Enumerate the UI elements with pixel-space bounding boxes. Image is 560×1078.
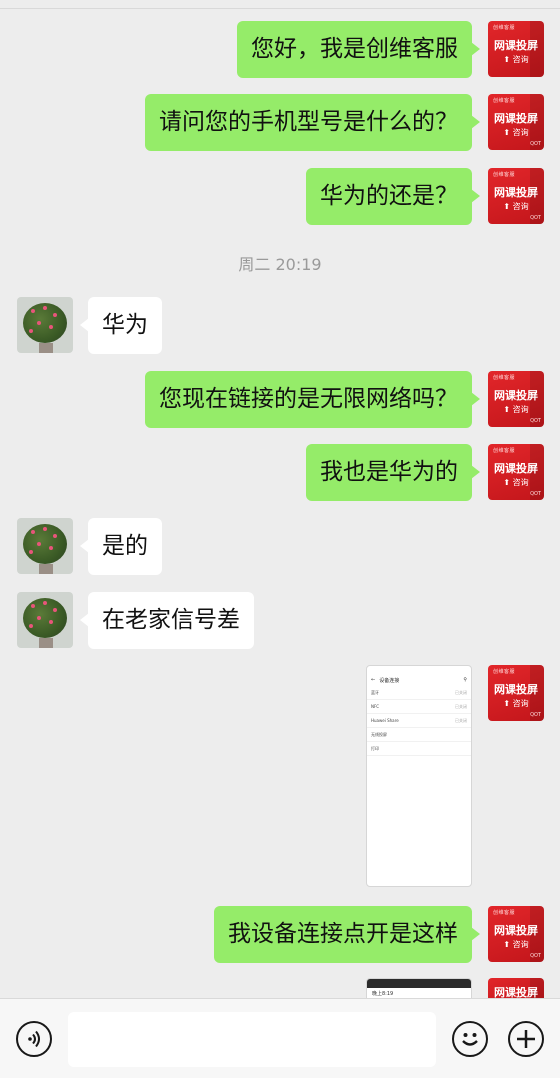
avatar-title: 网课投屏 xyxy=(494,186,538,199)
service-avatar[interactable]: 创维客服 网课投屏 ⬆ 咨询 QOT xyxy=(488,168,544,224)
screenshot-list-item: 打印 xyxy=(367,742,471,756)
message-bubble[interactable]: 我设备连接点开是这样 xyxy=(214,906,480,963)
back-arrow-icon: ← xyxy=(371,677,376,683)
message-bubble[interactable]: 是的 xyxy=(80,518,162,575)
screenshot-title: 设备连接 xyxy=(379,677,400,684)
top-divider xyxy=(0,8,560,9)
avatar-corner-mark: QOT xyxy=(530,215,541,221)
screenshot-list-item: NFC 已关闭 xyxy=(367,700,471,714)
screenshot-list-item: Huawei Share 已关闭 xyxy=(367,714,471,728)
avatar-brand: 创维客服 xyxy=(493,375,516,381)
avatar-brand: 创维客服 xyxy=(493,98,516,104)
screenshot-statusbar xyxy=(367,979,471,988)
avatar-title: 网课投屏 xyxy=(494,39,538,52)
message-bubble[interactable]: 您好，我是创维客服 xyxy=(237,21,480,78)
service-avatar[interactable]: 创维客服 网课投屏 ⬆ 咨询 QOT xyxy=(488,665,544,721)
service-avatar[interactable]: 网课投屏 xyxy=(488,978,544,998)
avatar-brand: 创维客服 xyxy=(493,910,516,916)
service-avatar[interactable]: 创维客服 网课投屏 ⬆ 咨询 QOT xyxy=(488,371,544,427)
screenshot-list-item: 无线投屏 xyxy=(367,728,471,742)
avatar-brand: 创维客服 xyxy=(493,669,516,675)
message-bubble[interactable]: 请问您的手机型号是什么的？ xyxy=(145,94,480,151)
avatar-title: 网课投屏 xyxy=(494,924,538,937)
avatar-title: 网课投屏 xyxy=(494,683,538,696)
avatar-subtitle: ⬆ 咨询 xyxy=(503,478,529,487)
voice-icon xyxy=(28,1030,40,1048)
screenshot-list-item: 蓝牙 已关闭 xyxy=(367,686,471,700)
avatar-subtitle: ⬆ 咨询 xyxy=(503,405,529,414)
contact-avatar[interactable] xyxy=(17,518,73,574)
avatar-title: 网课投屏 xyxy=(494,112,538,125)
avatar-corner-mark: QOT xyxy=(530,712,541,718)
avatar-corner-mark: QOT xyxy=(530,953,541,959)
avatar-title: 网课投屏 xyxy=(494,986,538,998)
message-bubble[interactable]: 在老家信号差 xyxy=(80,592,254,649)
avatar-brand: 创维客服 xyxy=(493,448,516,454)
avatar-subtitle: ⬆ 咨询 xyxy=(503,55,529,64)
avatar-subtitle: ⬆ 咨询 xyxy=(503,202,529,211)
avatar-corner-mark: QOT xyxy=(530,418,541,424)
screenshot-header: ← 设备连接 ⚲ xyxy=(367,674,471,686)
service-avatar[interactable]: 创维客服 网课投屏 ⬆ 咨询 QOT xyxy=(488,906,544,962)
avatar-brand: 创维客服 xyxy=(493,25,516,31)
avatar-corner-mark: QOT xyxy=(530,491,541,497)
avatar-corner-mark: QOT xyxy=(530,141,541,147)
message-bubble[interactable]: 我也是华为的 xyxy=(306,444,480,501)
message-timestamp: 周二 20:19 xyxy=(238,255,322,274)
message-bubble[interactable]: 华为 xyxy=(80,297,162,354)
service-avatar[interactable]: 创维客服 网课投屏 ⬆ 咨询 xyxy=(488,21,544,77)
message-bubble[interactable]: 华为的还是？ xyxy=(306,168,480,225)
plus-icon xyxy=(517,1030,535,1048)
avatar-subtitle: ⬆ 咨询 xyxy=(503,699,529,708)
avatar-subtitle: ⬆ 咨询 xyxy=(503,128,529,137)
search-icon: ⚲ xyxy=(463,677,467,683)
emoji-button[interactable] xyxy=(452,1021,488,1057)
message-bubble[interactable]: 您现在链接的是无限网络吗？ xyxy=(145,371,480,428)
screenshot-statusbar xyxy=(367,666,471,674)
avatar-title: 网课投屏 xyxy=(494,389,538,402)
chat-input-bar xyxy=(0,998,560,1078)
avatar-title: 网课投屏 xyxy=(494,462,538,475)
emoji-icon xyxy=(462,1033,478,1046)
avatar-brand: 创维客服 xyxy=(493,172,516,178)
service-avatar[interactable]: 创维客服 网课投屏 ⬆ 咨询 QOT xyxy=(488,94,544,150)
more-button[interactable] xyxy=(508,1021,544,1057)
contact-avatar[interactable] xyxy=(17,297,73,353)
contact-avatar[interactable] xyxy=(17,592,73,648)
message-input[interactable] xyxy=(68,1012,436,1067)
service-avatar[interactable]: 创维客服 网课投屏 ⬆ 咨询 QOT xyxy=(488,444,544,500)
voice-button[interactable] xyxy=(16,1021,52,1057)
image-message[interactable]: ← 设备连接 ⚲ 蓝牙 已关闭 NFC 已关闭 Huawei Share 已关闭 无线… xyxy=(366,665,472,887)
avatar-subtitle: ⬆ 咨询 xyxy=(503,940,529,949)
